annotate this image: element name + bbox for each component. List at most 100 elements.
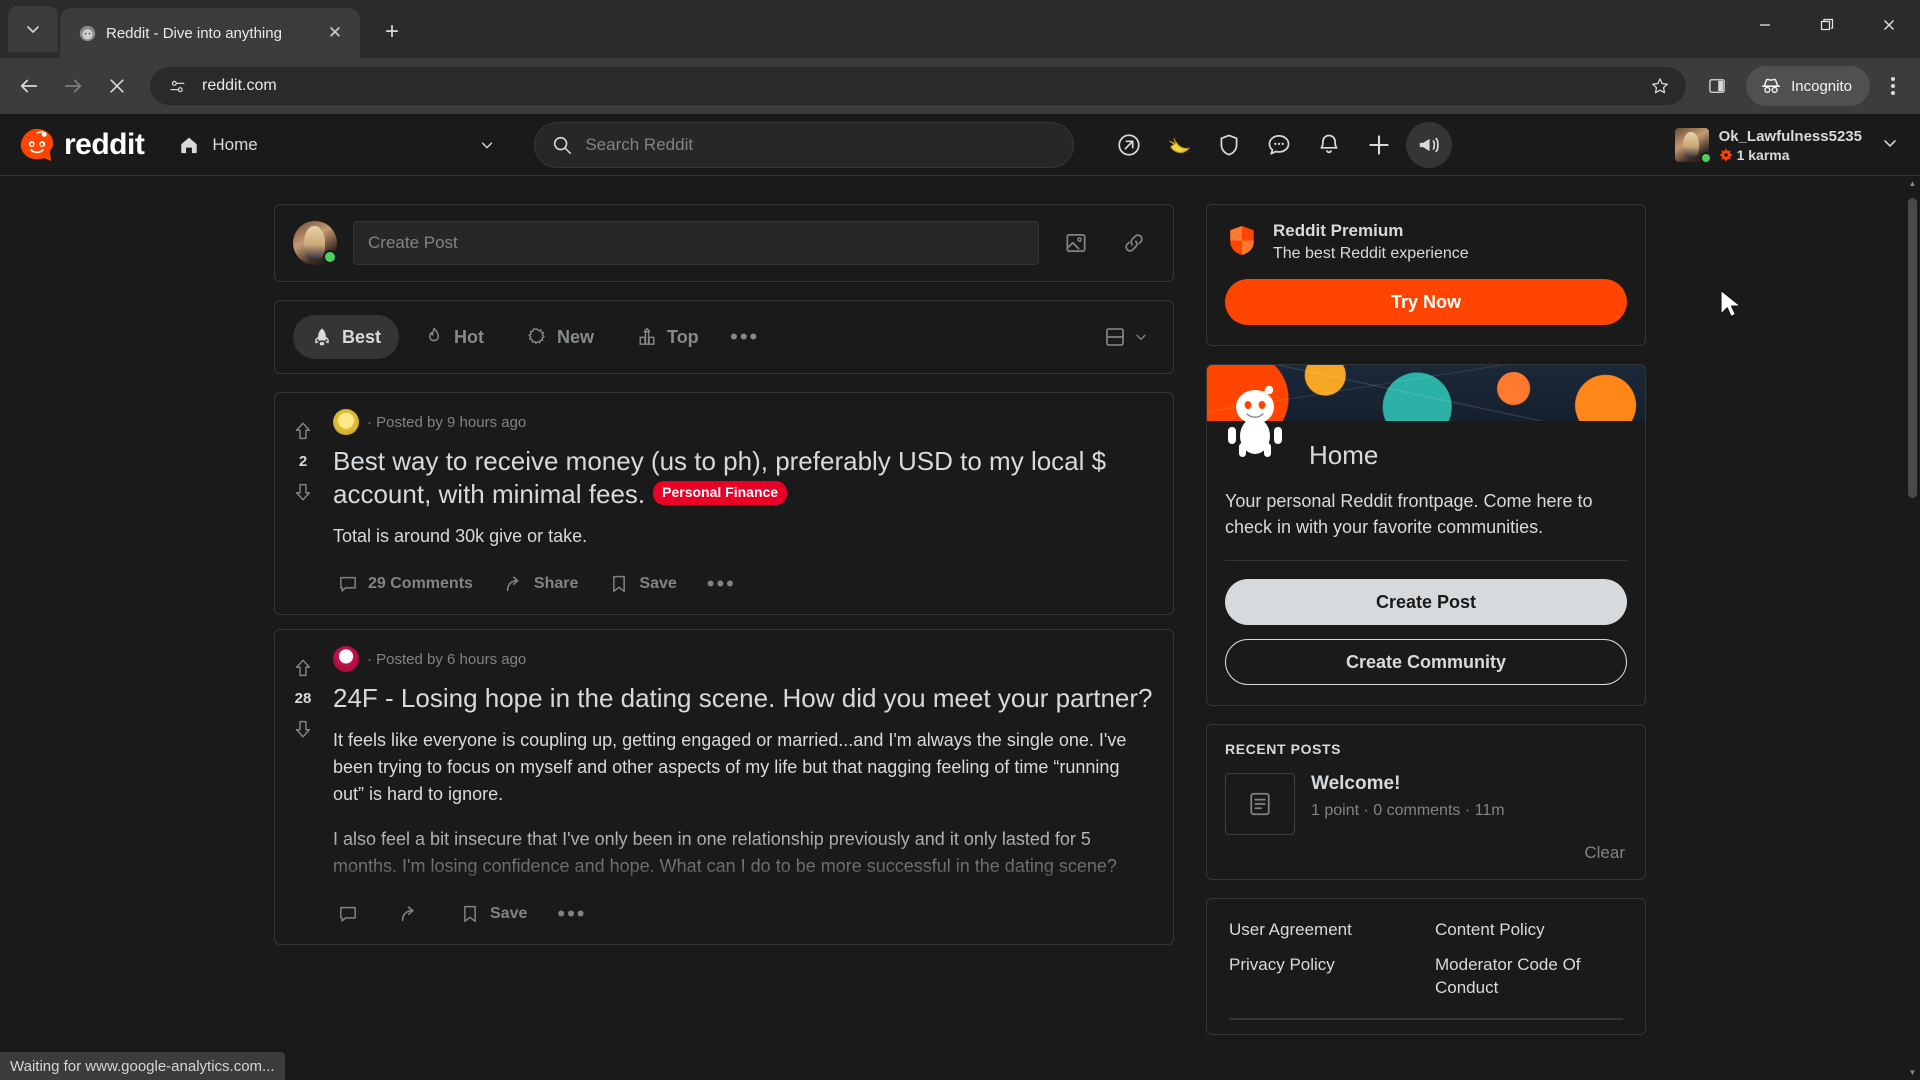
scroll-down-arrow-icon[interactable]: ▼ bbox=[1905, 1065, 1920, 1080]
sort-tab-hot[interactable]: Hot bbox=[405, 315, 502, 359]
downvote-button[interactable] bbox=[287, 476, 319, 508]
post-title[interactable]: Best way to receive money (us to ph), pr… bbox=[333, 445, 1155, 511]
advertise-megaphone-icon[interactable] bbox=[1406, 121, 1453, 168]
browser-tab[interactable]: Reddit - Dive into anything ✕ bbox=[60, 8, 360, 58]
banana-icon[interactable] bbox=[1156, 122, 1202, 168]
post-card[interactable]: 2 · Posted by 9 hours ago Best way to re… bbox=[274, 392, 1174, 616]
reddit-logo[interactable]: reddit bbox=[18, 126, 145, 164]
browser-menu-button[interactable] bbox=[1874, 65, 1912, 107]
save-button[interactable]: Save bbox=[604, 568, 680, 600]
post-content: · Posted by 9 hours ago Best way to rece… bbox=[331, 393, 1173, 614]
comments-button[interactable]: 29 Comments bbox=[333, 568, 477, 600]
search-bar[interactable]: Search Reddit bbox=[534, 121, 1075, 168]
scrollbar-thumb[interactable] bbox=[1908, 198, 1917, 498]
popular-trending-icon[interactable] bbox=[1106, 122, 1152, 168]
tab-search-button[interactable] bbox=[8, 6, 58, 52]
post-meta-label: · Posted by 9 hours ago bbox=[367, 413, 527, 431]
list-item[interactable]: Welcome! 1 point · 0 comments · 11m bbox=[1225, 773, 1627, 836]
footer-link-moderator-code[interactable]: Moderator Code Of Conduct bbox=[1435, 954, 1623, 1000]
post-paragraph: I also feel a bit insecure that I've onl… bbox=[333, 829, 1117, 877]
recent-post-meta: 1 point · 0 comments · 11m bbox=[1311, 802, 1505, 820]
reddit-favicon bbox=[78, 24, 96, 42]
stop-loading-button[interactable] bbox=[96, 65, 138, 107]
footer-links-grid: User Agreement Content Policy Privacy Po… bbox=[1229, 919, 1623, 1000]
shield-mod-icon[interactable] bbox=[1206, 122, 1252, 168]
save-button[interactable]: Save bbox=[455, 898, 531, 930]
chat-icon[interactable] bbox=[1256, 122, 1302, 168]
comments-button[interactable] bbox=[333, 898, 372, 930]
recent-posts-card: RECENT POSTS Welcome! 1 point · 0 commen… bbox=[1206, 724, 1646, 881]
home-icon bbox=[181, 137, 198, 153]
community-dropdown[interactable]: Home bbox=[166, 123, 506, 167]
reddit-header: reddit Home Search Reddit Ok_Lawfulness5… bbox=[0, 114, 1920, 176]
chevron-down-icon bbox=[482, 141, 493, 148]
flame-icon bbox=[429, 327, 439, 342]
page-scrollbar[interactable]: ▲ ▼ bbox=[1905, 176, 1920, 1080]
add-link-button[interactable] bbox=[1113, 222, 1155, 264]
bookmark-star-icon[interactable] bbox=[1644, 70, 1676, 102]
view-toggle-button[interactable] bbox=[1097, 325, 1155, 349]
post-content: · Posted by 6 hours ago 24F - Losing hop… bbox=[331, 630, 1173, 944]
sort-more-button[interactable]: ••• bbox=[723, 315, 767, 359]
create-community-button[interactable]: Create Community bbox=[1225, 639, 1627, 686]
vote-column: 2 bbox=[275, 393, 331, 614]
avatar[interactable] bbox=[293, 221, 337, 265]
save-label: Save bbox=[639, 575, 677, 593]
post-flair[interactable]: Personal Finance bbox=[653, 481, 788, 506]
post-card[interactable]: 28 · Posted by 6 hours ago 24F - Losing … bbox=[274, 629, 1174, 946]
side-panel-button[interactable] bbox=[1696, 65, 1738, 107]
sort-tab-best[interactable]: Best bbox=[293, 315, 400, 359]
window-controls bbox=[1734, 0, 1920, 50]
footer-links-card: User Agreement Content Policy Privacy Po… bbox=[1206, 898, 1646, 1035]
minimize-button[interactable] bbox=[1734, 0, 1796, 50]
premium-header: Reddit Premium The best Reddit experienc… bbox=[1225, 221, 1627, 263]
user-menu[interactable]: Ok_Lawfulness5235 1 karma bbox=[1667, 120, 1906, 170]
close-icon[interactable]: ✕ bbox=[322, 20, 348, 46]
scroll-up-arrow-icon[interactable]: ▲ bbox=[1905, 176, 1920, 191]
footer-link-privacy-policy[interactable]: Privacy Policy bbox=[1229, 954, 1417, 1000]
close-window-button[interactable] bbox=[1858, 0, 1920, 50]
karma-label: 1 karma bbox=[1719, 147, 1862, 163]
share-button[interactable]: Share bbox=[499, 568, 582, 600]
sort-tab-new[interactable]: New bbox=[508, 315, 612, 359]
footer-link-content-policy[interactable]: Content Policy bbox=[1435, 919, 1623, 942]
create-plus-icon[interactable] bbox=[1356, 122, 1402, 168]
divider bbox=[1225, 560, 1627, 562]
subreddit-icon[interactable] bbox=[333, 409, 359, 435]
post-more-button[interactable]: ••• bbox=[703, 571, 740, 597]
clear-recent-button[interactable]: Clear bbox=[1225, 835, 1627, 869]
notifications-bell-icon[interactable] bbox=[1306, 122, 1352, 168]
footer-link-user-agreement[interactable]: User Agreement bbox=[1229, 919, 1417, 942]
premium-text: Reddit Premium The best Reddit experienc… bbox=[1273, 221, 1469, 263]
snoo-mascot-icon bbox=[1221, 383, 1289, 461]
upvote-button[interactable] bbox=[287, 415, 319, 447]
post-title[interactable]: 24F - Losing hope in the dating scene. H… bbox=[333, 682, 1155, 715]
site-settings-icon[interactable] bbox=[164, 73, 190, 99]
downvote-button[interactable] bbox=[287, 713, 319, 745]
incognito-indicator[interactable]: Incognito bbox=[1746, 66, 1870, 106]
create-post-input[interactable]: Create Post bbox=[353, 221, 1039, 265]
upvote-button[interactable] bbox=[287, 652, 319, 684]
back-button[interactable] bbox=[8, 65, 50, 107]
user-meta: Ok_Lawfulness5235 1 karma bbox=[1719, 128, 1862, 163]
post-paragraph: It feels like everyone is coupling up, g… bbox=[333, 730, 1127, 805]
create-post-button[interactable]: Create Post bbox=[1225, 579, 1627, 626]
chevron-down-icon bbox=[1136, 334, 1146, 340]
comment-icon bbox=[340, 906, 356, 922]
new-tab-button[interactable]: + bbox=[374, 14, 410, 50]
post-more-button[interactable]: ••• bbox=[553, 901, 590, 927]
header-icon-row bbox=[1106, 121, 1453, 168]
create-post-bar: Create Post bbox=[274, 204, 1174, 282]
search-input[interactable]: Search Reddit bbox=[585, 135, 1057, 155]
address-bar[interactable]: reddit.com bbox=[150, 67, 1687, 105]
try-premium-button[interactable]: Try Now bbox=[1225, 279, 1627, 325]
forward-button[interactable] bbox=[52, 65, 94, 107]
save-label: Save bbox=[490, 905, 528, 923]
post-thumbnail-icon bbox=[1225, 773, 1295, 836]
share-icon bbox=[401, 906, 414, 922]
add-image-button[interactable] bbox=[1055, 222, 1097, 264]
maximize-button[interactable] bbox=[1796, 0, 1858, 50]
subreddit-icon[interactable] bbox=[333, 646, 359, 673]
sort-tab-top[interactable]: Top bbox=[618, 315, 717, 359]
share-button[interactable] bbox=[394, 898, 433, 930]
